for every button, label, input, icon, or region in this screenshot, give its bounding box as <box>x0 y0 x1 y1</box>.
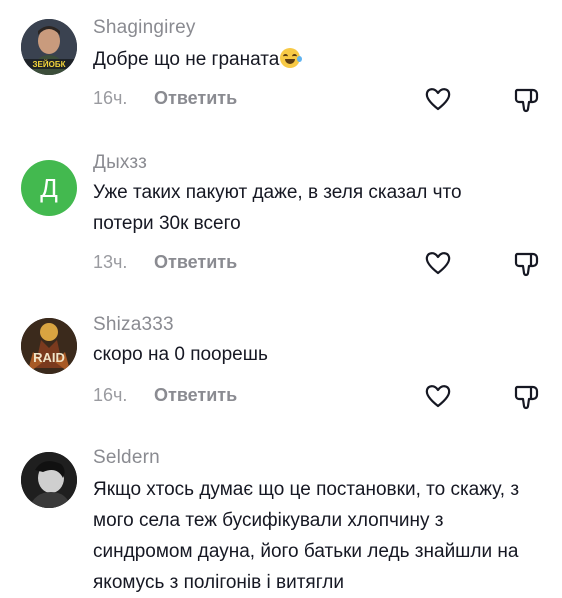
reply-button[interactable]: Ответить <box>154 252 237 273</box>
avatar-photo <box>21 452 77 508</box>
timestamp: 16ч. <box>93 385 128 405</box>
username[interactable]: Shagingirey <box>93 17 196 39</box>
avatar-game-art: RAID <box>21 318 77 374</box>
comment-text: Добре що не граната <box>93 44 544 75</box>
heart-outline-icon[interactable] <box>423 248 453 278</box>
avatar[interactable]: ЗЕЙОБК <box>21 19 77 75</box>
reply-button[interactable]: Ответить <box>154 88 237 109</box>
username[interactable]: Дыхзз <box>93 152 147 174</box>
comment-meta: 16ч. Ответить <box>93 88 553 116</box>
thumbs-down-outline-icon[interactable] <box>512 381 542 411</box>
comment-text: Уже таких пакуют даже, в зеля сказал что… <box>93 182 462 234</box>
username[interactable]: Shiza333 <box>93 314 174 336</box>
avatar[interactable]: RAID <box>21 318 77 374</box>
reply-button[interactable]: Ответить <box>154 385 237 406</box>
avatar-photo: ЗЕЙОБК <box>21 19 77 75</box>
comment-text-content: Добре що не граната <box>93 49 280 70</box>
heart-outline-icon[interactable] <box>423 84 453 114</box>
username[interactable]: Seldern <box>93 447 160 469</box>
comment-text: Якщо хтось думає що це постановки, то ск… <box>93 479 520 593</box>
avatar-caption: ЗЕЙОБК <box>33 60 66 69</box>
avatar[interactable] <box>21 452 77 508</box>
avatar-letter: Д <box>40 172 58 203</box>
comment-meta: 16ч. Ответить <box>93 385 553 413</box>
comment-meta: 13ч. Ответить <box>93 252 553 280</box>
thumbs-down-outline-icon[interactable] <box>512 248 542 278</box>
comment-item: Seldern Якщо хтось думає що це постановк… <box>0 440 562 593</box>
comment-text: скоро на 0 поорешь <box>93 344 268 365</box>
comment-item: RAID Shiza333 скоро на 0 поорешь 16ч. От… <box>0 310 562 440</box>
avatar-caption: RAID <box>33 350 65 365</box>
comment-item: Д Дыхзз Уже таких пакуют даже, в зеля ск… <box>0 150 562 310</box>
heart-outline-icon[interactable] <box>423 381 453 411</box>
avatar[interactable]: Д <box>21 160 77 216</box>
timestamp: 13ч. <box>93 252 128 272</box>
laughing-with-tears-icon <box>280 48 303 68</box>
comment-item: ЗЕЙОБК Shagingirey Добре що не граната 1… <box>0 0 562 150</box>
thumbs-down-outline-icon[interactable] <box>512 84 542 114</box>
timestamp: 16ч. <box>93 88 128 108</box>
